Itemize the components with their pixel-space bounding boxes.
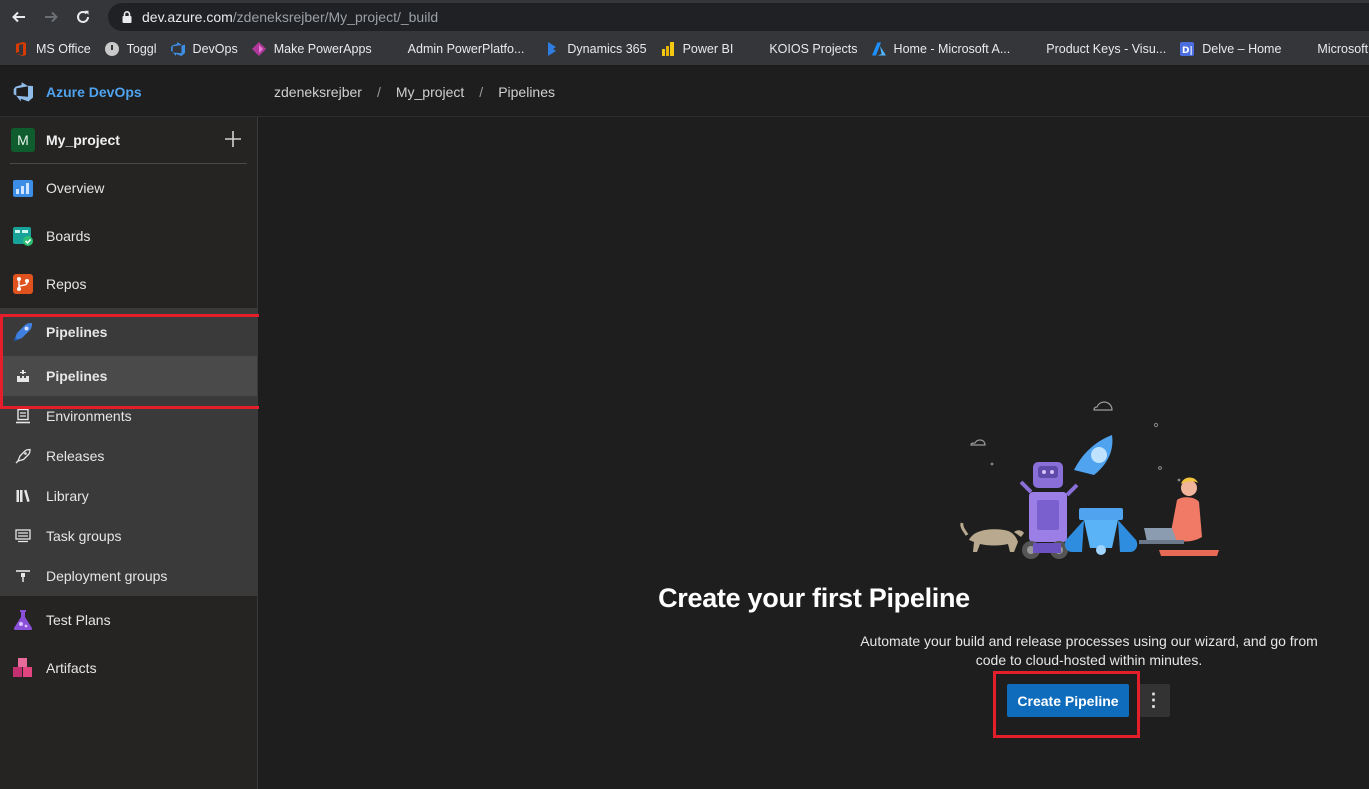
devops-icon bbox=[170, 41, 186, 57]
breadcrumb-pipelines[interactable]: Pipelines bbox=[498, 84, 555, 100]
breadcrumb-separator: / bbox=[376, 83, 381, 100]
bookmark-admin-powerplatform[interactable]: Admin PowerPlatfo... bbox=[385, 41, 525, 57]
microsoft-icon bbox=[1294, 41, 1310, 57]
empty-state-title: Create your first Pipeline bbox=[658, 583, 970, 613]
browser-toolbar: dev.azure.com/zdeneksrejber/My_project/_… bbox=[0, 0, 1369, 33]
sidebar-item-repos[interactable]: Repos bbox=[0, 260, 257, 308]
microsoft-icon bbox=[1023, 41, 1039, 57]
more-vertical-icon: ⋮ bbox=[1144, 690, 1163, 710]
sidebar-subitem-deployment-groups[interactable]: Deployment groups bbox=[0, 556, 257, 596]
azure-devops-logo-icon bbox=[13, 81, 33, 101]
rocket bbox=[1064, 435, 1138, 555]
bookmark-dynamics-365[interactable]: Dynamics 365 bbox=[544, 41, 647, 57]
project-header[interactable]: M My_project bbox=[0, 117, 257, 163]
url-path: /zdeneksrejber/My_project/_build bbox=[232, 9, 439, 25]
toggl-icon bbox=[104, 41, 120, 57]
library-icon bbox=[14, 487, 32, 505]
lock-icon bbox=[122, 11, 132, 23]
test-plans-icon bbox=[11, 608, 35, 632]
office-icon bbox=[13, 41, 29, 57]
main-content: Create your first Pipeline Automate your… bbox=[259, 117, 1369, 789]
sidebar-subitem-library[interactable]: Library bbox=[0, 476, 257, 516]
arrow-left-icon bbox=[12, 11, 25, 22]
bookmark-devops[interactable]: DevOps bbox=[170, 41, 238, 57]
brand-name: Azure DevOps bbox=[46, 83, 142, 100]
url-host: dev.azure.com bbox=[142, 9, 233, 25]
person-with-laptop bbox=[1139, 477, 1219, 556]
powerapps-icon bbox=[251, 41, 267, 57]
sidebar-item-overview[interactable]: Overview bbox=[0, 164, 257, 212]
empty-state-description: Automate your build and release processe… bbox=[860, 633, 1318, 668]
project-avatar: M bbox=[11, 128, 35, 152]
plus-icon[interactable] bbox=[223, 129, 243, 149]
bookmarks-bar: MS Office Toggl DevOps Make PowerApps Ad… bbox=[0, 33, 1369, 66]
microsoft-icon bbox=[385, 41, 401, 57]
project-name: My_project bbox=[46, 132, 120, 148]
dynamics-icon bbox=[544, 41, 560, 57]
bookmark-delve-home[interactable]: D| Delve – Home bbox=[1179, 41, 1281, 57]
sidebar-item-boards[interactable]: Boards bbox=[0, 212, 257, 260]
azure-icon bbox=[871, 41, 887, 57]
sidebar-item-artifacts[interactable]: Artifacts bbox=[0, 644, 257, 692]
robot-rocket-illustration bbox=[960, 401, 1219, 559]
breadcrumb-project[interactable]: My_project bbox=[396, 84, 464, 100]
bookmark-power-bi[interactable]: Power BI bbox=[660, 41, 733, 57]
bookmark-koios-projects[interactable]: KOIOS Projects bbox=[746, 41, 857, 57]
svg-text:D|: D| bbox=[1182, 46, 1193, 56]
arrow-right-icon bbox=[45, 11, 58, 22]
microsoft-icon bbox=[746, 41, 762, 57]
bookmark-make-powerapps[interactable]: Make PowerApps bbox=[251, 41, 372, 57]
boards-icon bbox=[11, 224, 35, 248]
environments-icon bbox=[14, 407, 32, 425]
devops-header: Azure DevOps zdeneksrejber / My_project … bbox=[0, 67, 1369, 117]
brand[interactable]: Azure DevOps bbox=[12, 81, 262, 103]
deployment-groups-icon bbox=[14, 567, 32, 585]
pipelines-highlight-box bbox=[0, 314, 269, 409]
bookmark-toggl[interactable]: Toggl bbox=[104, 41, 157, 57]
task-groups-icon bbox=[14, 527, 32, 545]
rocket-icon bbox=[14, 447, 32, 465]
more-options-button[interactable]: ⋮ bbox=[1137, 684, 1170, 717]
sidebar-subitem-task-groups[interactable]: Task groups bbox=[0, 516, 257, 556]
bookmark-product-keys[interactable]: Product Keys - Visu... bbox=[1023, 41, 1166, 57]
create-pipeline-highlight-box bbox=[993, 671, 1140, 738]
sidebar-subitem-releases[interactable]: Releases bbox=[0, 436, 257, 476]
artifacts-icon bbox=[11, 656, 35, 680]
sidebar: M My_project Overview Boards Repos Pipel… bbox=[0, 117, 258, 789]
sidebar-item-test-plans[interactable]: Test Plans bbox=[0, 596, 257, 644]
breadcrumb-separator: / bbox=[479, 83, 484, 100]
breadcrumb-organization[interactable]: zdeneksrejber bbox=[274, 84, 362, 100]
overview-icon bbox=[11, 176, 35, 200]
dog bbox=[960, 522, 1024, 552]
repos-icon bbox=[11, 272, 35, 296]
bookmark-home-microsoft-azure[interactable]: Home - Microsoft A... bbox=[871, 41, 1010, 57]
powerbi-icon bbox=[660, 41, 676, 57]
delve-icon: D| bbox=[1179, 41, 1195, 57]
bookmark-ms-office[interactable]: MS Office bbox=[13, 41, 91, 57]
back-button[interactable] bbox=[6, 4, 32, 30]
bookmark-microsoft-learn[interactable]: Microsoft le bbox=[1294, 41, 1369, 57]
address-bar[interactable]: dev.azure.com/zdeneksrejber/My_project/_… bbox=[108, 3, 1369, 31]
reload-icon bbox=[77, 10, 89, 23]
reload-button[interactable] bbox=[70, 4, 96, 30]
forward-button[interactable] bbox=[38, 4, 64, 30]
